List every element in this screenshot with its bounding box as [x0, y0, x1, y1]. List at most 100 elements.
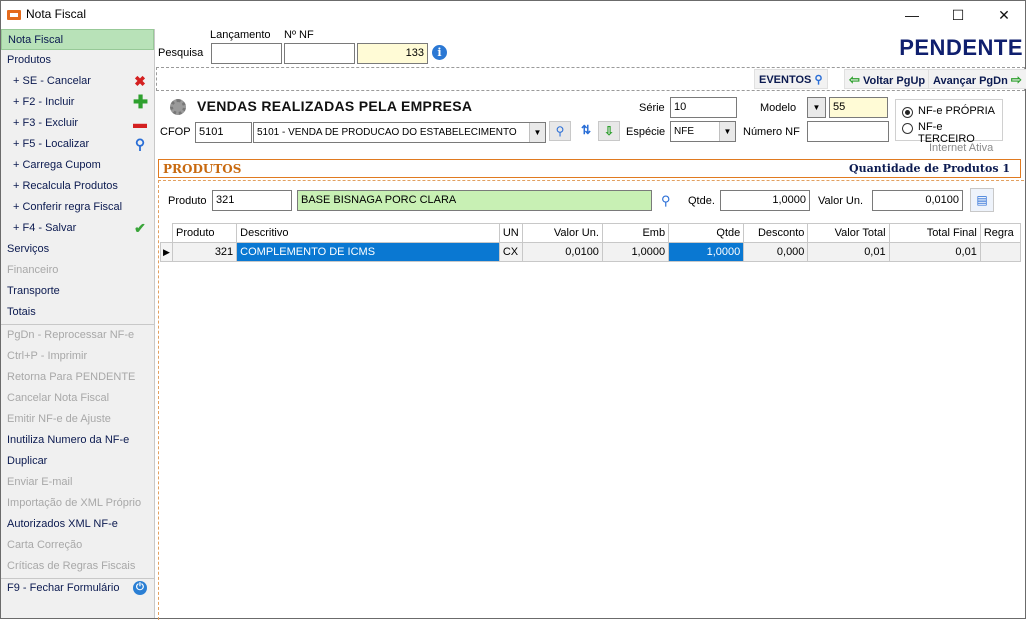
close-x-icon: ✖ — [134, 73, 146, 89]
cell-qtde[interactable]: 1,0000 — [668, 242, 745, 262]
nota-fiscal-window: Nota Fiscal — ☐ ✕ Nota Fiscal Produtos +… — [0, 0, 1026, 620]
sidebar-item-criticas-regras[interactable]: Críticas de Regras Fiscais — [1, 556, 154, 577]
col-descritivo[interactable]: Descritivo — [236, 223, 500, 243]
cell-descritivo[interactable]: COMPLEMENTO DE ICMS — [236, 242, 500, 262]
voltar-button[interactable]: ⇦ Voltar PgUp — [844, 69, 931, 89]
close-button[interactable]: ✕ — [981, 1, 1026, 29]
col-produto[interactable]: Produto — [172, 223, 238, 243]
pesquisa-field[interactable]: 133 — [357, 43, 428, 64]
minimize-button[interactable]: — — [889, 1, 935, 29]
especie-label: Espécie — [626, 126, 666, 138]
sidebar-item-label: Carta Correção — [7, 539, 83, 551]
nnf-field[interactable] — [284, 43, 355, 64]
sidebar-item-label: Emitir NF-e de Ajuste — [7, 413, 111, 425]
sidebar-item-recalcula-produtos[interactable]: + Recalcula Produtos — [1, 176, 154, 197]
radio-nfe-propria-label: NF-e PRÓPRIA — [918, 105, 996, 117]
main-panel: Lançamento Nº NF Pesquisa 133 i PENDENTE… — [156, 29, 1026, 620]
radio-nfe-propria[interactable] — [902, 107, 913, 118]
produto-desc-field[interactable]: BASE BISNAGA PORC CLARA — [297, 190, 652, 211]
sidebar-item-fechar-formulario[interactable]: F9 - Fechar Formulário ⏻ — [1, 578, 154, 599]
sidebar-item-label: Inutiliza Numero da NF-e — [7, 434, 130, 446]
sidebar-item-transporte[interactable]: Transporte — [1, 281, 154, 302]
sidebar-item-incluir[interactable]: + F2 - Incluir ✚ — [1, 92, 154, 113]
sidebar: Nota Fiscal Produtos + SE - Cancelar ✖ + … — [1, 29, 155, 618]
col-valor-un[interactable]: Valor Un. — [521, 223, 603, 243]
power-icon: ⏻ — [133, 581, 147, 595]
cell-desconto[interactable]: 0,000 — [743, 242, 809, 262]
sidebar-item-carta-correcao[interactable]: Carta Correção — [1, 535, 154, 556]
numero-nf-field[interactable] — [807, 121, 889, 142]
sidebar-item-enviar-email[interactable]: Enviar E-mail — [1, 472, 154, 493]
maximize-button[interactable]: ☐ — [935, 1, 981, 29]
sidebar-item-label: Financeiro — [7, 264, 59, 276]
sidebar-item-totais[interactable]: Totais — [1, 302, 154, 323]
eventos-button[interactable]: EVENTOS ⚲ — [754, 69, 828, 89]
refresh-icon[interactable]: ⇅ — [575, 121, 597, 141]
sidebar-item-produtos[interactable]: Produtos — [1, 50, 154, 71]
search-icon[interactable]: ⚲ — [661, 193, 671, 209]
col-valor-total[interactable]: Valor Total — [807, 223, 890, 243]
cell-regra[interactable] — [979, 242, 1022, 262]
cell-produto[interactable]: 321 — [172, 242, 238, 262]
search-icon: ⚲ — [555, 124, 565, 138]
sidebar-item-importacao-xml[interactable]: Importação de XML Próprio — [1, 493, 154, 514]
sidebar-item-conferir-regra-fiscal[interactable]: + Conferir regra Fiscal — [1, 197, 154, 218]
col-regra[interactable]: Regra — [979, 223, 1022, 243]
app-icon — [7, 10, 21, 20]
chevron-down-icon: ▼ — [529, 123, 545, 142]
cfop-dropdown[interactable]: 5101 - VENDA DE PRODUCAO DO ESTABELECIME… — [253, 122, 546, 143]
sidebar-item-label: + F2 - Incluir — [13, 96, 75, 108]
sidebar-item-duplicar[interactable]: Duplicar — [1, 451, 154, 472]
arrow-down-icon[interactable]: ⇩ — [598, 121, 620, 141]
modelo-field[interactable]: 55 — [829, 97, 888, 118]
cfop-code-field[interactable]: 5101 — [195, 122, 252, 143]
table-row[interactable]: ▶ 321 COMPLEMENTO DE ICMS CX 0,0100 1,00… — [159, 242, 1022, 262]
col-qtde[interactable]: Qtde — [668, 223, 745, 243]
sidebar-item-salvar[interactable]: + F4 - Salvar ✔ — [1, 218, 154, 239]
sidebar-item-emitir-ajuste[interactable]: Emitir NF-e de Ajuste — [1, 409, 154, 430]
valor-un-field[interactable]: 0,0100 — [872, 190, 963, 211]
sidebar-item-label: Retorna Para PENDENTE — [7, 371, 136, 383]
sidebar-item-inutiliza-numero[interactable]: Inutiliza Numero da NF-e — [1, 430, 154, 451]
add-product-icon[interactable]: ▤ — [970, 188, 994, 212]
serie-field[interactable]: 10 — [670, 97, 737, 118]
cell-un[interactable]: CX — [498, 242, 523, 262]
qtde-field[interactable]: 1,0000 — [720, 190, 810, 211]
sidebar-item-excluir[interactable]: + F3 - Excluir ▬ — [1, 113, 154, 134]
sidebar-item-retorna-pendente[interactable]: Retorna Para PENDENTE — [1, 367, 154, 388]
sidebar-item-nota-fiscal[interactable]: Nota Fiscal — [1, 29, 154, 50]
sidebar-item-servicos[interactable]: Serviços — [1, 239, 154, 260]
sidebar-item-label: + F3 - Excluir — [13, 117, 79, 129]
cell-emb[interactable]: 1,0000 — [601, 242, 670, 262]
sidebar-item-label: + Conferir regra Fiscal — [13, 201, 123, 213]
col-total-final[interactable]: Total Final — [888, 223, 981, 243]
gear-icon[interactable] — [170, 99, 186, 115]
sidebar-item-autorizados-xml[interactable]: Autorizados XML NF-e — [1, 514, 154, 535]
lancamento-label: Lançamento — [210, 29, 271, 41]
voltar-label: Voltar PgUp — [862, 75, 926, 87]
info-icon[interactable]: i — [432, 45, 447, 60]
sidebar-item-cancelar[interactable]: + SE - Cancelar ✖ — [1, 71, 154, 92]
col-emb[interactable]: Emb — [601, 223, 670, 243]
radio-nfe-terceiro[interactable] — [902, 123, 913, 134]
cell-valor-total[interactable]: 0,01 — [807, 242, 890, 262]
col-un[interactable]: UN — [498, 223, 523, 243]
cell-valor-un[interactable]: 0,0100 — [521, 242, 603, 262]
chevron-down-icon: ▼ — [719, 122, 735, 141]
modelo-dropdown[interactable]: ▼ — [807, 97, 826, 118]
sidebar-item-cancelar-nota[interactable]: Cancelar Nota Fiscal — [1, 388, 154, 409]
sidebar-item-carrega-cupom[interactable]: + Carrega Cupom — [1, 155, 154, 176]
especie-dropdown[interactable]: NFE ▼ — [670, 121, 736, 142]
sidebar-item-financeiro[interactable]: Financeiro — [1, 260, 154, 281]
sidebar-item-label: + F5 - Localizar — [13, 138, 90, 150]
cfop-search-button[interactable]: ⚲ — [549, 121, 571, 141]
col-desconto[interactable]: Desconto — [743, 223, 809, 243]
lancamento-field[interactable] — [211, 43, 282, 64]
cell-total-final[interactable]: 0,01 — [888, 242, 981, 262]
sidebar-item-localizar[interactable]: + F5 - Localizar ⚲ — [1, 134, 154, 155]
event-bar: EVENTOS ⚲ ⇦ Voltar PgUp Avançar PgDn ⇨ — [156, 67, 1026, 91]
avancar-button[interactable]: Avançar PgDn ⇨ — [928, 69, 1026, 89]
produto-code-field[interactable]: 321 — [212, 190, 292, 211]
sidebar-item-imprimir[interactable]: Ctrl+P - Imprimir — [1, 346, 154, 367]
sidebar-item-reprocessar[interactable]: PgDn - Reprocessar NF-e — [1, 325, 154, 346]
